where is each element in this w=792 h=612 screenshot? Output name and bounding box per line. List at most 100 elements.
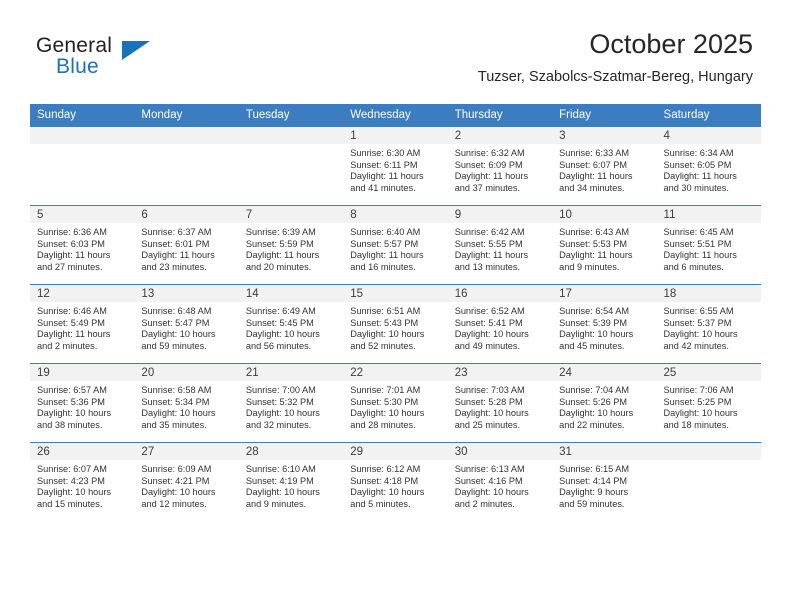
calendar-day-cell[interactable]: 4 Sunrise: 6:34 AM Sunset: 6:05 PM Daylight… bbox=[656, 126, 761, 206]
sunrise-text: Sunrise: 6:33 AM bbox=[559, 148, 630, 158]
calendar-day-cell[interactable]: 8 Sunrise: 6:40 AM Sunset: 5:57 PM Daylight… bbox=[343, 205, 448, 285]
day-number: 9 bbox=[447, 206, 553, 223]
day-details: Sunrise: 6:45 AM Sunset: 5:51 PM Daylight:… bbox=[657, 223, 761, 273]
daylight-text-line2: and 52 minutes. bbox=[350, 340, 416, 351]
daylight-text-line2: and 38 minutes. bbox=[37, 419, 103, 430]
sunrise-text: Sunrise: 6:49 AM bbox=[245, 306, 316, 316]
daylight-text-line2: and 34 minutes. bbox=[559, 182, 625, 193]
sunset-text: Sunset: 6:09 PM bbox=[454, 159, 523, 170]
sunset-text: Sunset: 4:16 PM bbox=[454, 475, 523, 486]
calendar-day-cell-inner: 31 Sunrise: 6:15 AM Sunset: 4:14 PM Dayligh… bbox=[552, 443, 657, 521]
calendar-day-cell-inner: 26 Sunrise: 6:07 AM Sunset: 4:23 PM Dayligh… bbox=[30, 443, 135, 521]
calendar-day-cell[interactable]: 5 Sunrise: 6:36 AM Sunset: 6:03 PM Daylight… bbox=[30, 205, 135, 285]
calendar-day-cell-inner: 10 Sunrise: 6:43 AM Sunset: 5:53 PM Dayligh… bbox=[552, 206, 657, 284]
calendar-day-cell[interactable]: 11 Sunrise: 6:45 AM Sunset: 5:51 PM Dayligh… bbox=[656, 205, 761, 285]
daylight-text-line1: Daylight: 10 hours bbox=[454, 329, 529, 340]
calendar-day-cell[interactable]: 22 Sunrise: 7:01 AM Sunset: 5:30 PM Dayligh… bbox=[343, 363, 448, 443]
calendar-day-cell-inner bbox=[134, 127, 239, 205]
day-number: 18 bbox=[656, 285, 761, 302]
calendar-day-cell-inner bbox=[30, 127, 135, 205]
calendar-day-cell-inner: 13 Sunrise: 6:48 AM Sunset: 5:47 PM Dayligh… bbox=[134, 285, 239, 363]
day-details: Sunrise: 6:42 AM Sunset: 5:55 PM Daylight:… bbox=[448, 223, 552, 273]
calendar-day-cell[interactable]: 7 Sunrise: 6:39 AM Sunset: 5:59 PM Daylight… bbox=[238, 205, 344, 285]
sunrise-text: Sunrise: 6:58 AM bbox=[141, 385, 212, 395]
calendar-day-cell[interactable]: 16 Sunrise: 6:52 AM Sunset: 5:41 PM Dayligh… bbox=[447, 284, 553, 364]
sunrise-text: Sunrise: 6:57 AM bbox=[37, 385, 107, 395]
daylight-text-line2: and 2 minutes. bbox=[37, 340, 98, 351]
day-details: Sunrise: 6:52 AM Sunset: 5:41 PM Daylight:… bbox=[448, 302, 552, 352]
sunrise-text: Sunrise: 6:15 AM bbox=[559, 464, 630, 474]
calendar-day-cell-empty bbox=[30, 126, 135, 206]
daylight-text-line2: and 18 minutes. bbox=[663, 419, 729, 430]
calendar-day-cell-inner: 18 Sunrise: 6:55 AM Sunset: 5:37 PM Dayligh… bbox=[656, 285, 761, 363]
calendar-day-cell[interactable]: 6 Sunrise: 6:37 AM Sunset: 6:01 PM Daylight… bbox=[134, 205, 239, 285]
day-number: 19 bbox=[30, 364, 135, 381]
day-number: 31 bbox=[552, 443, 657, 460]
calendar-day-cell[interactable]: 24 Sunrise: 7:04 AM Sunset: 5:26 PM Dayligh… bbox=[552, 363, 657, 443]
calendar-day-cell[interactable]: 15 Sunrise: 6:51 AM Sunset: 5:43 PM Dayligh… bbox=[343, 284, 448, 364]
daylight-text-line2: and 5 minutes. bbox=[350, 498, 411, 509]
daylight-text-line2: and 45 minutes. bbox=[559, 340, 625, 351]
logo-triangle-icon bbox=[122, 41, 150, 60]
location-subtitle: Tuzser, Szabolcs-Szatmar-Bereg, Hungary bbox=[477, 69, 753, 85]
calendar-day-cell-inner: 22 Sunrise: 7:01 AM Sunset: 5:30 PM Dayligh… bbox=[343, 364, 448, 442]
calendar-day-cell[interactable]: 20 Sunrise: 6:58 AM Sunset: 5:34 PM Dayligh… bbox=[134, 363, 239, 443]
calendar-day-cell[interactable]: 10 Sunrise: 6:43 AM Sunset: 5:53 PM Dayligh… bbox=[552, 205, 657, 285]
calendar-week-row: 19 Sunrise: 6:57 AM Sunset: 5:36 PM Dayligh… bbox=[30, 363, 761, 443]
calendar-page: General Blue October 2025 Tuzser, Szabol… bbox=[0, 0, 792, 612]
sunrise-text: Sunrise: 6:45 AM bbox=[663, 227, 734, 237]
sunrise-text: Sunrise: 6:30 AM bbox=[350, 148, 421, 158]
calendar-day-cell-inner: 24 Sunrise: 7:04 AM Sunset: 5:26 PM Dayligh… bbox=[552, 364, 657, 442]
daylight-text-line1: Daylight: 10 hours bbox=[37, 408, 112, 419]
sunrise-text: Sunrise: 7:04 AM bbox=[559, 385, 630, 395]
weekday-header-thursday: Thursday bbox=[447, 104, 553, 127]
daylight-text-line1: Daylight: 11 hours bbox=[559, 250, 633, 261]
daylight-text-line1: Daylight: 11 hours bbox=[350, 250, 424, 261]
sunrise-text: Sunrise: 6:40 AM bbox=[350, 227, 421, 237]
calendar-day-cell[interactable]: 19 Sunrise: 6:57 AM Sunset: 5:36 PM Dayligh… bbox=[30, 363, 135, 443]
day-number: 4 bbox=[656, 127, 761, 144]
sunset-text: Sunset: 4:14 PM bbox=[559, 475, 628, 486]
calendar-day-cell[interactable]: 14 Sunrise: 6:49 AM Sunset: 5:45 PM Dayligh… bbox=[238, 284, 344, 364]
calendar-day-cell-empty bbox=[656, 442, 761, 521]
day-details: Sunrise: 6:12 AM Sunset: 4:18 PM Daylight:… bbox=[343, 460, 447, 510]
calendar-day-cell[interactable]: 17 Sunrise: 6:54 AM Sunset: 5:39 PM Dayligh… bbox=[552, 284, 657, 364]
calendar-day-cell-empty bbox=[134, 126, 239, 206]
calendar-day-cell[interactable]: 29 Sunrise: 6:12 AM Sunset: 4:18 PM Dayligh… bbox=[343, 442, 448, 521]
day-details: Sunrise: 6:55 AM Sunset: 5:37 PM Daylight:… bbox=[657, 302, 761, 352]
daylight-text-line2: and 9 minutes. bbox=[245, 498, 307, 509]
calendar-day-cell[interactable]: 3 Sunrise: 6:33 AM Sunset: 6:07 PM Daylight… bbox=[552, 126, 657, 206]
daylight-text-line1: Daylight: 11 hours bbox=[350, 171, 424, 182]
general-blue-logo[interactable]: General Blue bbox=[36, 34, 216, 86]
day-details: Sunrise: 6:34 AM Sunset: 6:05 PM Daylight:… bbox=[657, 144, 761, 194]
daylight-text-line1: Daylight: 10 hours bbox=[559, 408, 634, 419]
day-number: 15 bbox=[343, 285, 448, 302]
calendar-day-cell[interactable]: 23 Sunrise: 7:03 AM Sunset: 5:28 PM Dayligh… bbox=[447, 363, 553, 443]
calendar-day-cell[interactable]: 12 Sunrise: 6:46 AM Sunset: 5:49 PM Dayligh… bbox=[30, 284, 135, 364]
day-number: 14 bbox=[238, 285, 344, 302]
calendar-day-cell[interactable]: 30 Sunrise: 6:13 AM Sunset: 4:16 PM Dayligh… bbox=[447, 442, 553, 521]
daylight-text-line2: and 23 minutes. bbox=[141, 261, 207, 272]
calendar-day-cell[interactable]: 9 Sunrise: 6:42 AM Sunset: 5:55 PM Daylight… bbox=[447, 205, 553, 285]
calendar-day-cell[interactable]: 25 Sunrise: 7:06 AM Sunset: 5:25 PM Dayligh… bbox=[656, 363, 761, 443]
daylight-text-line2: and 49 minutes. bbox=[454, 340, 521, 351]
calendar-day-cell[interactable]: 13 Sunrise: 6:48 AM Sunset: 5:47 PM Dayligh… bbox=[134, 284, 239, 364]
day-details: Sunrise: 6:46 AM Sunset: 5:49 PM Daylight:… bbox=[30, 302, 134, 352]
daylight-text-line2: and 41 minutes. bbox=[350, 182, 416, 193]
calendar-day-cell[interactable]: 31 Sunrise: 6:15 AM Sunset: 4:14 PM Dayligh… bbox=[552, 442, 657, 521]
calendar-day-cell[interactable]: 1 Sunrise: 6:30 AM Sunset: 6:11 PM Daylight… bbox=[343, 126, 448, 206]
calendar-day-cell-inner: 29 Sunrise: 6:12 AM Sunset: 4:18 PM Dayligh… bbox=[343, 443, 448, 521]
daylight-text-line1: Daylight: 10 hours bbox=[141, 408, 216, 419]
daylight-text-line1: Daylight: 10 hours bbox=[350, 329, 425, 340]
sunrise-text: Sunrise: 6:48 AM bbox=[141, 306, 212, 316]
day-number bbox=[656, 443, 761, 460]
calendar-day-cell[interactable]: 2 Sunrise: 6:32 AM Sunset: 6:09 PM Daylight… bbox=[447, 126, 553, 206]
calendar-day-cell[interactable]: 28 Sunrise: 6:10 AM Sunset: 4:19 PM Dayligh… bbox=[238, 442, 344, 521]
sunrise-text: Sunrise: 6:43 AM bbox=[559, 227, 630, 237]
day-details: Sunrise: 6:58 AM Sunset: 5:34 PM Daylight:… bbox=[134, 381, 238, 431]
calendar-day-cell[interactable]: 18 Sunrise: 6:55 AM Sunset: 5:37 PM Dayligh… bbox=[656, 284, 761, 364]
calendar-day-cell[interactable]: 26 Sunrise: 6:07 AM Sunset: 4:23 PM Dayligh… bbox=[30, 442, 135, 521]
day-number: 29 bbox=[343, 443, 448, 460]
calendar-day-cell[interactable]: 21 Sunrise: 7:00 AM Sunset: 5:32 PM Dayligh… bbox=[238, 363, 344, 443]
calendar-day-cell[interactable]: 27 Sunrise: 6:09 AM Sunset: 4:21 PM Dayligh… bbox=[134, 442, 239, 521]
